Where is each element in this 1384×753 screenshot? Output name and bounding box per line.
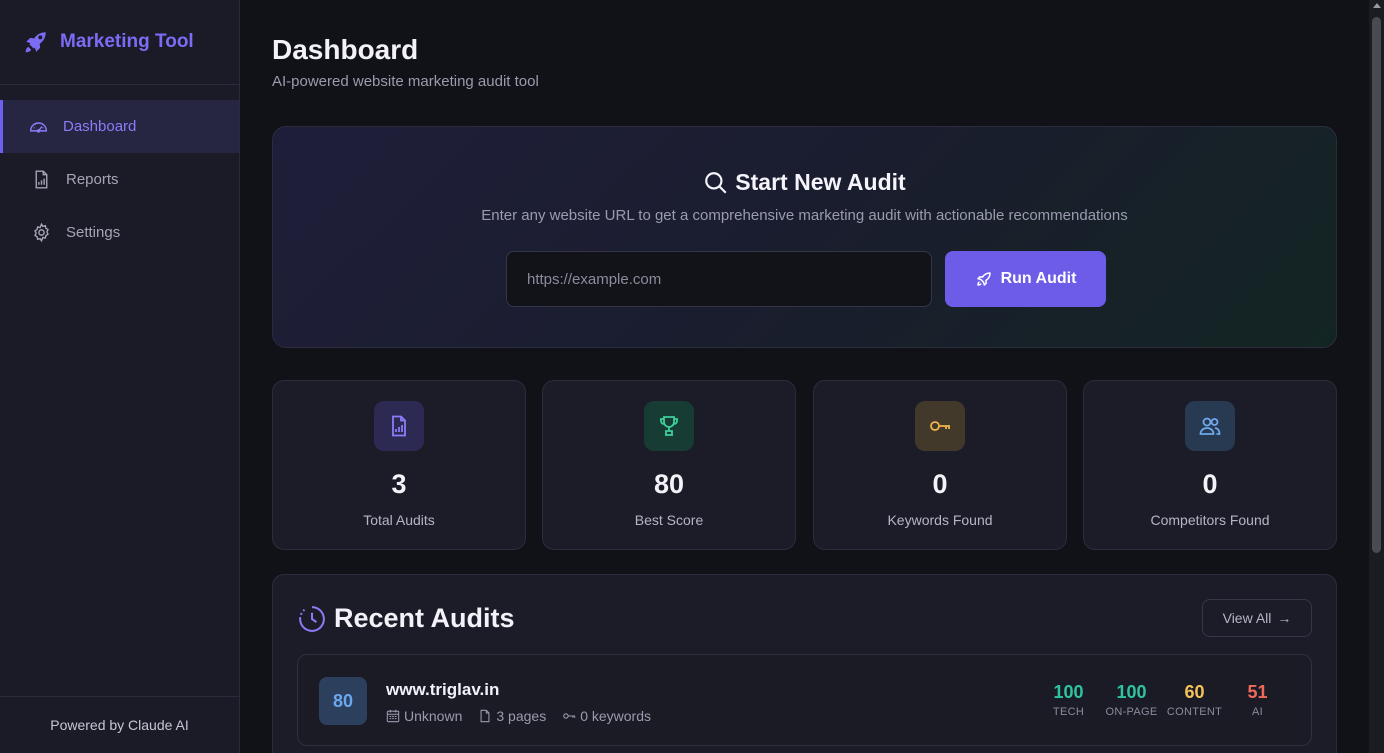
key-icon — [562, 709, 576, 723]
meta-keywords-text: 0 keywords — [580, 708, 652, 724]
audit-domain[interactable]: www.triglav.in — [386, 680, 499, 700]
page-title: Dashboard — [272, 34, 419, 65]
metric-on-page: 100 ON-PAGE — [1100, 682, 1163, 718]
metric-value: 100 — [1053, 682, 1084, 702]
stat-card-total-audits: 3 Total Audits — [272, 380, 526, 550]
run-audit-button[interactable]: Run Audit — [945, 251, 1106, 307]
trophy-icon — [644, 401, 694, 451]
sidebar-nav: Dashboard Reports Settings — [0, 100, 239, 259]
metric-value: 51 — [1247, 682, 1268, 702]
rocket-icon — [975, 270, 993, 288]
gear-icon — [31, 222, 52, 243]
sidebar: Marketing Tool Dashboard Reports Setting… — [0, 0, 240, 753]
metric-label: ON-PAGE — [1105, 706, 1158, 718]
audit-meta: Unknown 3 pages 0 keywords — [386, 708, 667, 724]
metric-ai: 51 AI — [1226, 682, 1289, 718]
stat-label: Competitors Found — [1150, 512, 1270, 528]
sidebar-item-reports[interactable]: Reports — [0, 153, 239, 206]
audit-description: Enter any website URL to get a comprehen… — [481, 207, 1128, 224]
sidebar-item-dashboard[interactable]: Dashboard — [0, 100, 239, 153]
stat-card-keywords: 0 Keywords Found — [813, 380, 1067, 550]
brand-name: Marketing Tool — [60, 31, 194, 52]
stat-card-competitors: 0 Competitors Found — [1083, 380, 1337, 550]
stat-value: 80 — [653, 469, 685, 499]
meta-date: Unknown — [386, 708, 462, 724]
meta-date-text: Unknown — [404, 708, 463, 724]
sidebar-item-label: Settings — [66, 224, 121, 241]
stat-value: 0 — [932, 469, 948, 499]
metric-content: 60 CONTENT — [1163, 682, 1226, 718]
audit-metrics: 100 TECH 100 ON-PAGE 60 CONTENT 51 AI — [1037, 682, 1289, 718]
url-input[interactable] — [506, 251, 932, 307]
metric-label: CONTENT — [1166, 706, 1223, 718]
meta-keywords: 0 keywords — [562, 708, 651, 724]
stat-label: Keywords Found — [887, 512, 993, 528]
recent-audits-title: Recent Audits — [334, 603, 515, 633]
vertical-scrollbar[interactable] — [1369, 0, 1384, 753]
page-subtitle: AI-powered website marketing audit tool — [272, 73, 539, 90]
search-icon — [703, 170, 729, 196]
stat-value: 3 — [391, 469, 407, 499]
scrollbar-thumb[interactable] — [1372, 17, 1381, 553]
meta-pages: 3 pages — [478, 708, 546, 724]
file-icon — [478, 709, 492, 723]
metric-label: AI — [1252, 706, 1263, 718]
sidebar-item-settings[interactable]: Settings — [0, 206, 239, 259]
view-all-label: View All — [1222, 610, 1272, 626]
recent-audits-card: Recent Audits View All → 80 www.triglav.… — [272, 574, 1337, 753]
audit-row[interactable]: 80 www.triglav.in Unknown 3 pages 0 keyw… — [297, 654, 1312, 746]
calendar-icon — [386, 709, 400, 723]
new-audit-card: Start New Audit Enter any website URL to… — [272, 126, 1337, 348]
metric-tech: 100 TECH — [1037, 682, 1100, 718]
audit-header: Start New Audit — [273, 169, 1336, 196]
stats-row: 3 Total Audits 80 Best Score 0 Keywords … — [272, 380, 1337, 550]
rocket-icon — [23, 29, 49, 55]
stat-label: Best Score — [634, 512, 704, 528]
score-badge: 80 — [319, 677, 367, 725]
scroll-up-icon[interactable] — [1372, 3, 1381, 8]
sidebar-item-label: Reports — [66, 171, 119, 188]
run-audit-label: Run Audit — [1000, 270, 1077, 287]
metric-value: 60 — [1184, 682, 1205, 702]
key-icon — [915, 401, 965, 451]
sidebar-footer: Powered by Claude AI — [0, 696, 239, 753]
file-chart-icon — [374, 401, 424, 451]
arrow-right-icon: → — [1277, 610, 1292, 626]
recent-audits-header: Recent Audits — [297, 603, 515, 634]
brand[interactable]: Marketing Tool — [0, 0, 239, 85]
users-icon — [1185, 401, 1235, 451]
report-file-icon — [31, 169, 52, 190]
metric-label: TECH — [1052, 706, 1085, 718]
gauge-icon — [28, 116, 49, 137]
view-all-button[interactable]: View All → — [1202, 599, 1312, 637]
metric-value: 100 — [1116, 682, 1147, 702]
clock-icon — [297, 604, 327, 634]
sidebar-item-label: Dashboard — [63, 118, 137, 135]
meta-pages-text: 3 pages — [496, 708, 547, 724]
stat-label: Total Audits — [363, 512, 435, 528]
stat-card-best-score: 80 Best Score — [542, 380, 796, 550]
stat-value: 0 — [1202, 469, 1218, 499]
audit-title: Start New Audit — [735, 169, 906, 195]
